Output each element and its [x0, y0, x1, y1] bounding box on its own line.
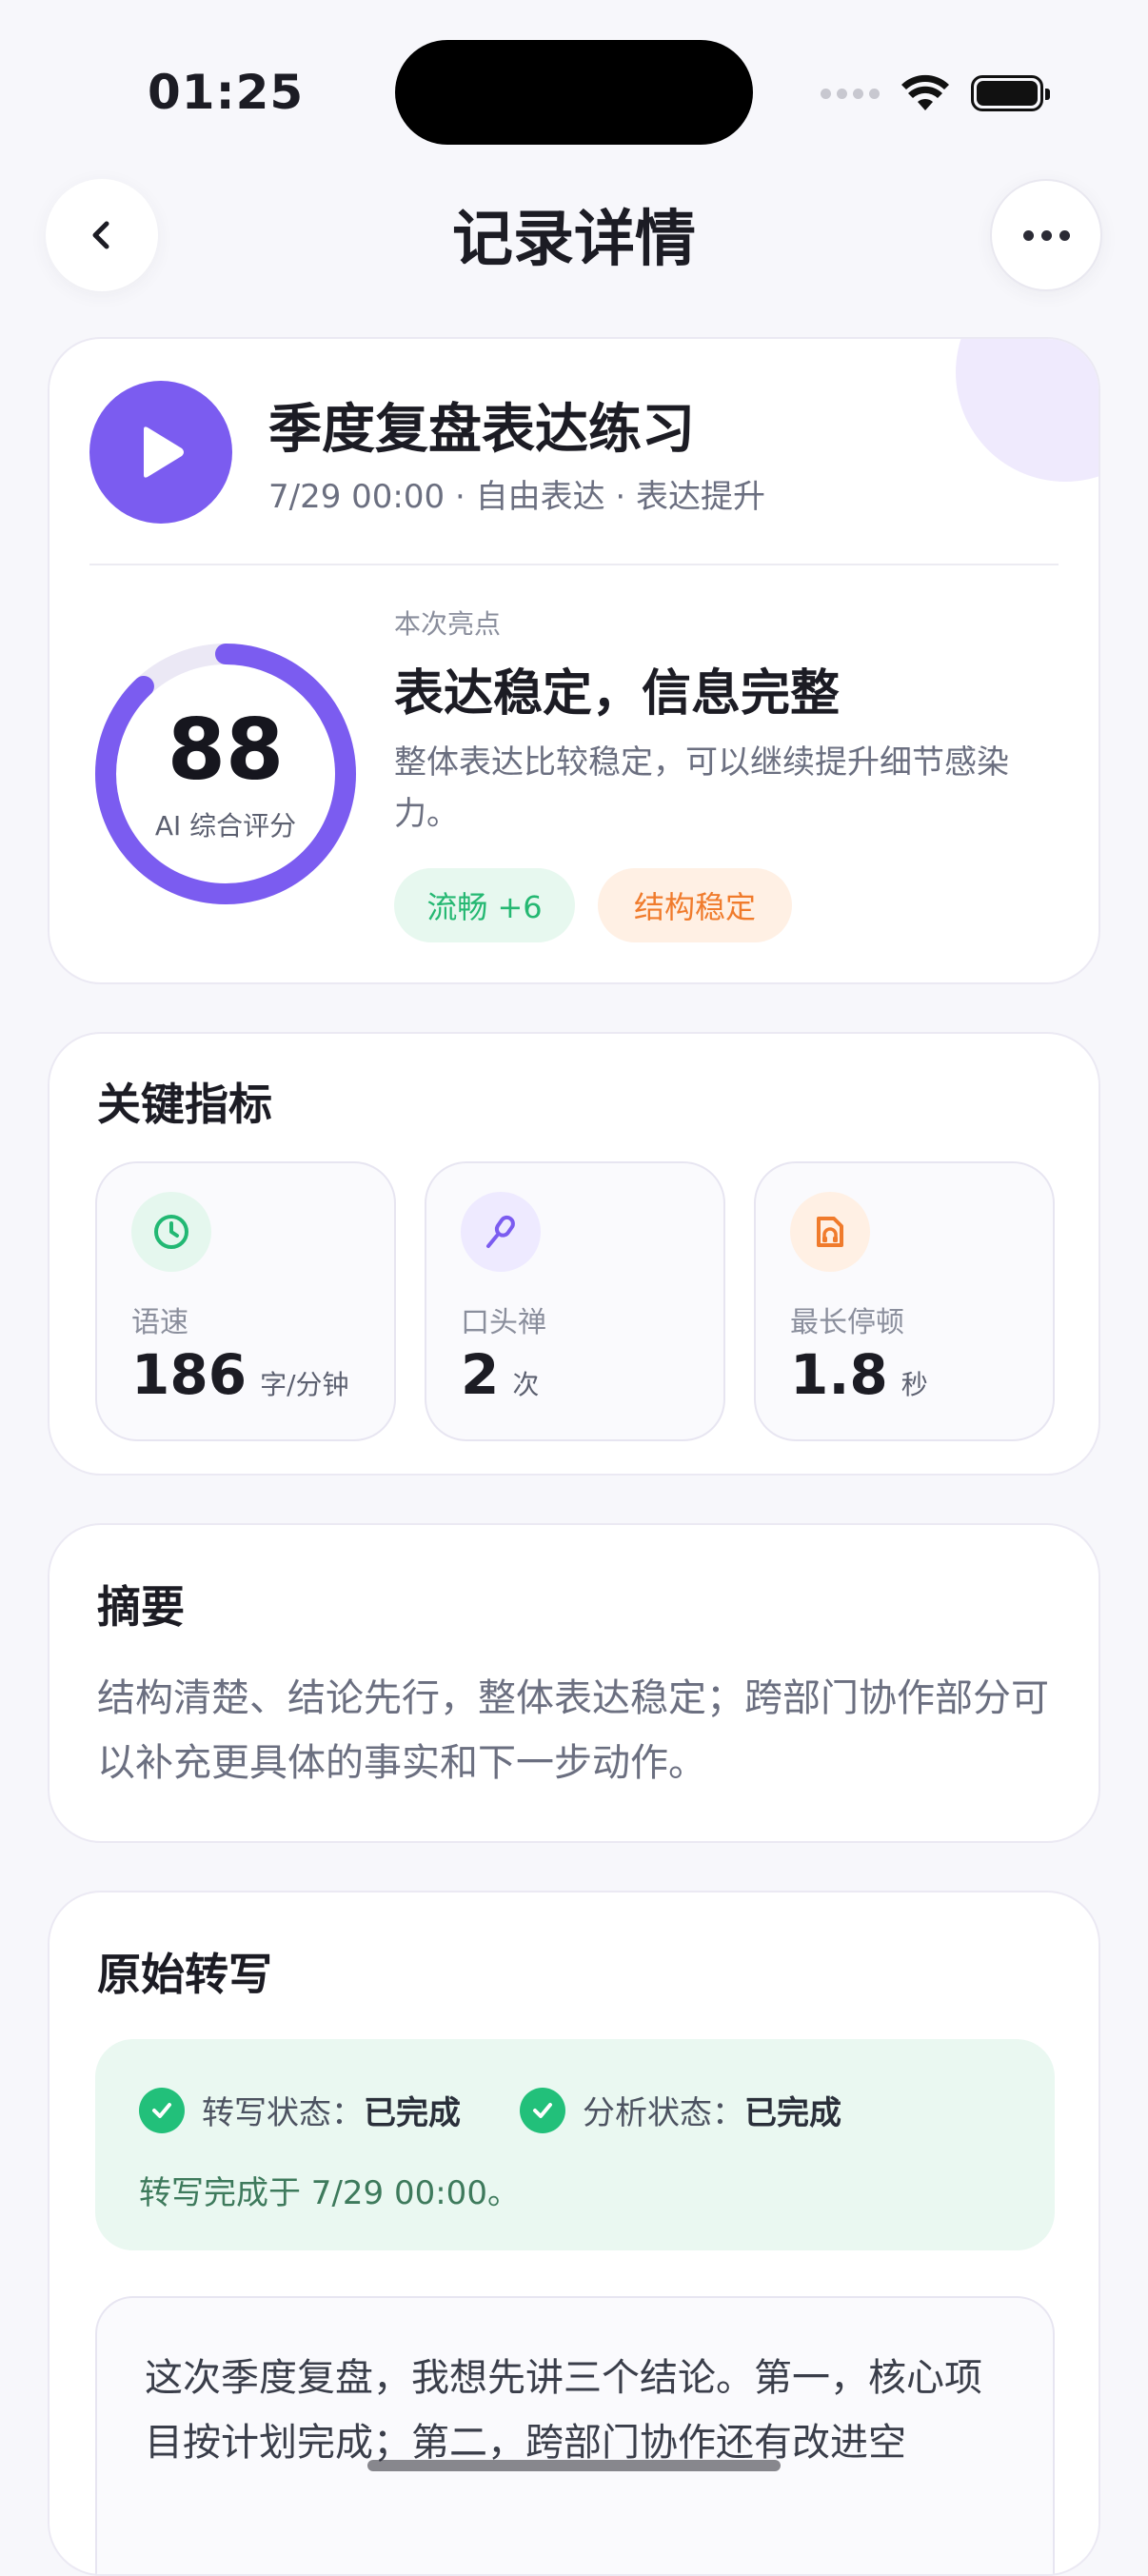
wifi-icon: [901, 74, 949, 110]
key-metrics-card: 关键指标 语速 186 字/分钟 口头禅 2 次 最长停顿 1.8 秒: [48, 1032, 1100, 1476]
metric-speech-rate: 语速 186 字/分钟: [95, 1161, 396, 1441]
more-horizontal-icon: [1022, 229, 1070, 241]
metric-value: 186: [131, 1342, 247, 1407]
summary-text: 结构清楚、结论先行，整体表达稳定；跨部门协作部分可以补充更具体的事实和下一步动作…: [97, 1676, 1049, 1785]
home-indicator[interactable]: [367, 2460, 781, 2471]
transcript-card: 原始转写 转写状态：已完成 分析状态：已完成 转写完成于 7/29 00:00。…: [48, 1891, 1100, 2576]
more-button[interactable]: [990, 179, 1102, 291]
section-title-summary: 摘要: [97, 1581, 185, 1633]
analysis-status-value: 已完成: [744, 2094, 841, 2132]
record-overview-card: 季度复盘表达练习 7/29 00:00 · 自由表达 · 表达提升 88 AI …: [48, 337, 1100, 984]
score-caption: AI 综合评分: [154, 810, 297, 842]
metric-value-group: 186 字/分钟: [131, 1342, 349, 1407]
tag-structure: 结构稳定: [598, 868, 792, 942]
transcribe-status: 转写状态：已完成: [139, 2087, 461, 2133]
audio-file-icon: [790, 1192, 870, 1272]
metric-value-group: 1.8 秒: [790, 1342, 928, 1407]
highlight-description: 整体表达比较稳定，可以继续提升细节感染力。: [394, 743, 1009, 833]
clock-icon: [131, 1192, 211, 1272]
play-icon: [144, 426, 184, 478]
transcribe-completed-text: 转写完成于 7/29 00:00。: [139, 2174, 520, 2212]
score-value: 88: [167, 701, 285, 799]
analysis-status: 分析状态：已完成: [520, 2087, 841, 2133]
metric-unit: 秒: [901, 1369, 928, 1400]
metric-label: 最长停顿: [790, 1306, 904, 1339]
transcript-text-box: 这次季度复盘，我想先讲三个结论。第一，核心项目按计划完成；第二，跨部门协作还有改…: [95, 2296, 1055, 2574]
summary-card: 摘要 结构清楚、结论先行，整体表达稳定；跨部门协作部分可以补充更具体的事实和下一…: [48, 1523, 1100, 1843]
section-title-metrics: 关键指标: [97, 1079, 272, 1130]
metric-unit: 字/分钟: [260, 1369, 349, 1400]
metric-value: 1.8: [790, 1342, 888, 1407]
metric-label: 语速: [131, 1306, 188, 1339]
metric-filler-words: 口头禅 2 次: [425, 1161, 725, 1441]
status-time: 01:25: [148, 65, 305, 120]
section-title-transcript: 原始转写: [97, 1949, 272, 2000]
dynamic-island: [395, 40, 753, 145]
analysis-status-label: 分析状态：: [583, 2094, 744, 2132]
status-icons: [821, 70, 1050, 116]
transcript-text: 这次季度复盘，我想先讲三个结论。第一，核心项目按计划完成；第二，跨部门协作还有改…: [145, 2356, 982, 2465]
tag-fluency: 流畅 +6: [394, 868, 575, 942]
check-circle-icon: [139, 2087, 185, 2133]
record-title: 季度复盘表达练习: [268, 399, 695, 461]
play-button[interactable]: [89, 381, 232, 524]
metric-value-group: 2 次: [461, 1342, 539, 1407]
highlight-title: 表达稳定，信息完整: [394, 665, 841, 723]
transcribe-status-value: 已完成: [364, 2094, 461, 2132]
metric-value: 2: [461, 1342, 500, 1407]
check-circle-icon: [520, 2087, 565, 2133]
transcript-status-box: 转写状态：已完成 分析状态：已完成 转写完成于 7/29 00:00。: [95, 2039, 1055, 2250]
divider: [89, 564, 1059, 565]
highlight-label: 本次亮点: [394, 608, 502, 640]
metric-unit: 次: [512, 1369, 540, 1400]
transcribe-status-label: 转写状态：: [202, 2094, 364, 2132]
corner-decoration: [956, 339, 1099, 482]
record-meta: 7/29 00:00 · 自由表达 · 表达提升: [268, 478, 765, 516]
metric-label: 口头禅: [461, 1306, 546, 1339]
battery-icon: [971, 75, 1050, 111]
cellular-signal-icon: [821, 88, 880, 99]
metric-longest-pause: 最长停顿 1.8 秒: [754, 1161, 1055, 1441]
page-title: 记录详情: [452, 205, 696, 275]
microphone-icon: [461, 1192, 541, 1272]
